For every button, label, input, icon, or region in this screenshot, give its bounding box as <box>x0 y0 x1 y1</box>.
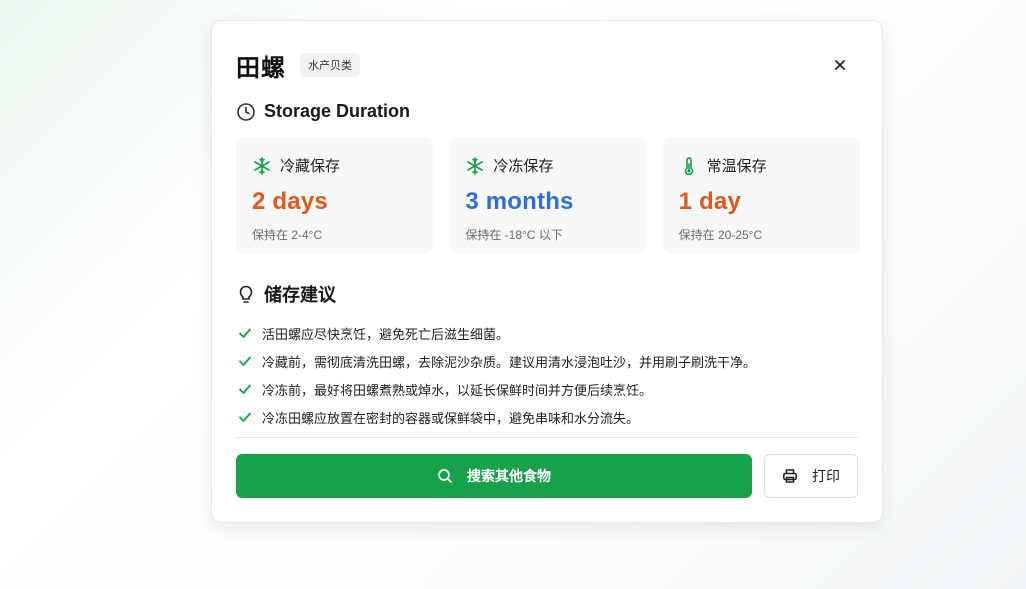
storage-card-freezer: 冷冻保存 3 months 保持在 -18°C 以下 <box>449 137 647 253</box>
tip-text: 活田螺应尽快烹饪，避免死亡后滋生细菌。 <box>262 326 510 342</box>
snowflake-icon <box>467 156 484 175</box>
search-button-label: 搜索其他食物 <box>467 468 551 484</box>
food-title: 田螺 <box>236 54 286 82</box>
storage-label-fridge: 冷藏保存 <box>280 158 341 175</box>
tip-text: 冷冻前，最好将田螺煮熟或焯水，以延长保鲜时间并方便后续烹饪。 <box>262 382 653 398</box>
search-icon <box>438 469 452 483</box>
snowflake-icon <box>254 156 270 175</box>
check-icon <box>239 328 251 338</box>
storage-card-fridge: 冷藏保存 2 days 保持在 2-4°C <box>236 137 434 253</box>
storage-cards: 冷藏保存 2 days 保持在 2-4°C 冷冻保存 3 months 保持在 … <box>236 137 860 253</box>
divider <box>236 437 858 438</box>
storage-value-freezer: 3 months <box>465 188 574 215</box>
storage-duration-title: Storage Duration <box>264 101 411 121</box>
storage-note-freezer: 保持在 -18°C 以下 <box>465 228 563 242</box>
storage-value-room-temp: 1 day <box>678 188 742 215</box>
list-item: 冷冻田螺应放置在密封的容器或保鲜袋中，避免串味和水分流失。 <box>238 403 858 431</box>
check-icon <box>239 412 251 422</box>
clock-icon <box>237 102 255 121</box>
storage-value-fridge: 2 days <box>252 188 328 215</box>
list-item: 冷冻前，最好将田螺煮熟或焯水，以延长保鲜时间并方便后续烹饪。 <box>238 375 858 403</box>
storage-note-room-temp: 保持在 20-25°C <box>678 228 763 242</box>
list-item: 活田螺应尽快烹饪，避免死亡后滋生细菌。 <box>238 319 858 347</box>
lightbulb-icon <box>239 285 253 303</box>
storage-tips-list: 活田螺应尽快烹饪，避免死亡后滋生细菌。 冷藏前，需彻底清洗田螺，去除泥沙杂质。建… <box>238 319 858 431</box>
check-icon <box>239 384 251 394</box>
tip-text: 冷藏前，需彻底清洗田螺，去除泥沙杂质。建议用清水浸泡吐沙，并用刷子刷洗干净。 <box>262 354 757 370</box>
close-icon <box>835 60 845 70</box>
storage-label-room-temp: 常温保存 <box>706 158 767 175</box>
check-icon <box>239 356 251 366</box>
food-detail-dialog: 田螺 水产贝类 Storage Duration 冷藏保存 2 days 保持在… <box>211 20 883 523</box>
storage-tips-title: 储存建议 <box>264 285 336 305</box>
close-button[interactable] <box>828 53 852 77</box>
print-button-label: 打印 <box>812 468 840 484</box>
storage-duration-heading: Storage Duration <box>236 101 410 122</box>
storage-label-freezer: 冷冻保存 <box>493 158 554 175</box>
storage-note-fridge: 保持在 2-4°C <box>252 228 323 242</box>
dialog-header: 田螺 水产贝类 <box>236 49 858 82</box>
storage-card-room-temp: 常温保存 1 day 保持在 20-25°C <box>662 137 860 253</box>
printer-icon <box>782 469 797 483</box>
category-badge: 水产贝类 <box>300 53 360 77</box>
search-other-food-button[interactable]: 搜索其他食物 <box>236 454 752 498</box>
thermometer-icon <box>684 156 693 175</box>
list-item: 冷藏前，需彻底清洗田螺，去除泥沙杂质。建议用清水浸泡吐沙，并用刷子刷洗干净。 <box>238 347 858 375</box>
print-button[interactable]: 打印 <box>764 454 858 498</box>
storage-tips-heading: 储存建议 <box>236 281 336 307</box>
tip-text: 冷冻田螺应放置在密封的容器或保鲜袋中，避免串味和水分流失。 <box>262 410 640 426</box>
